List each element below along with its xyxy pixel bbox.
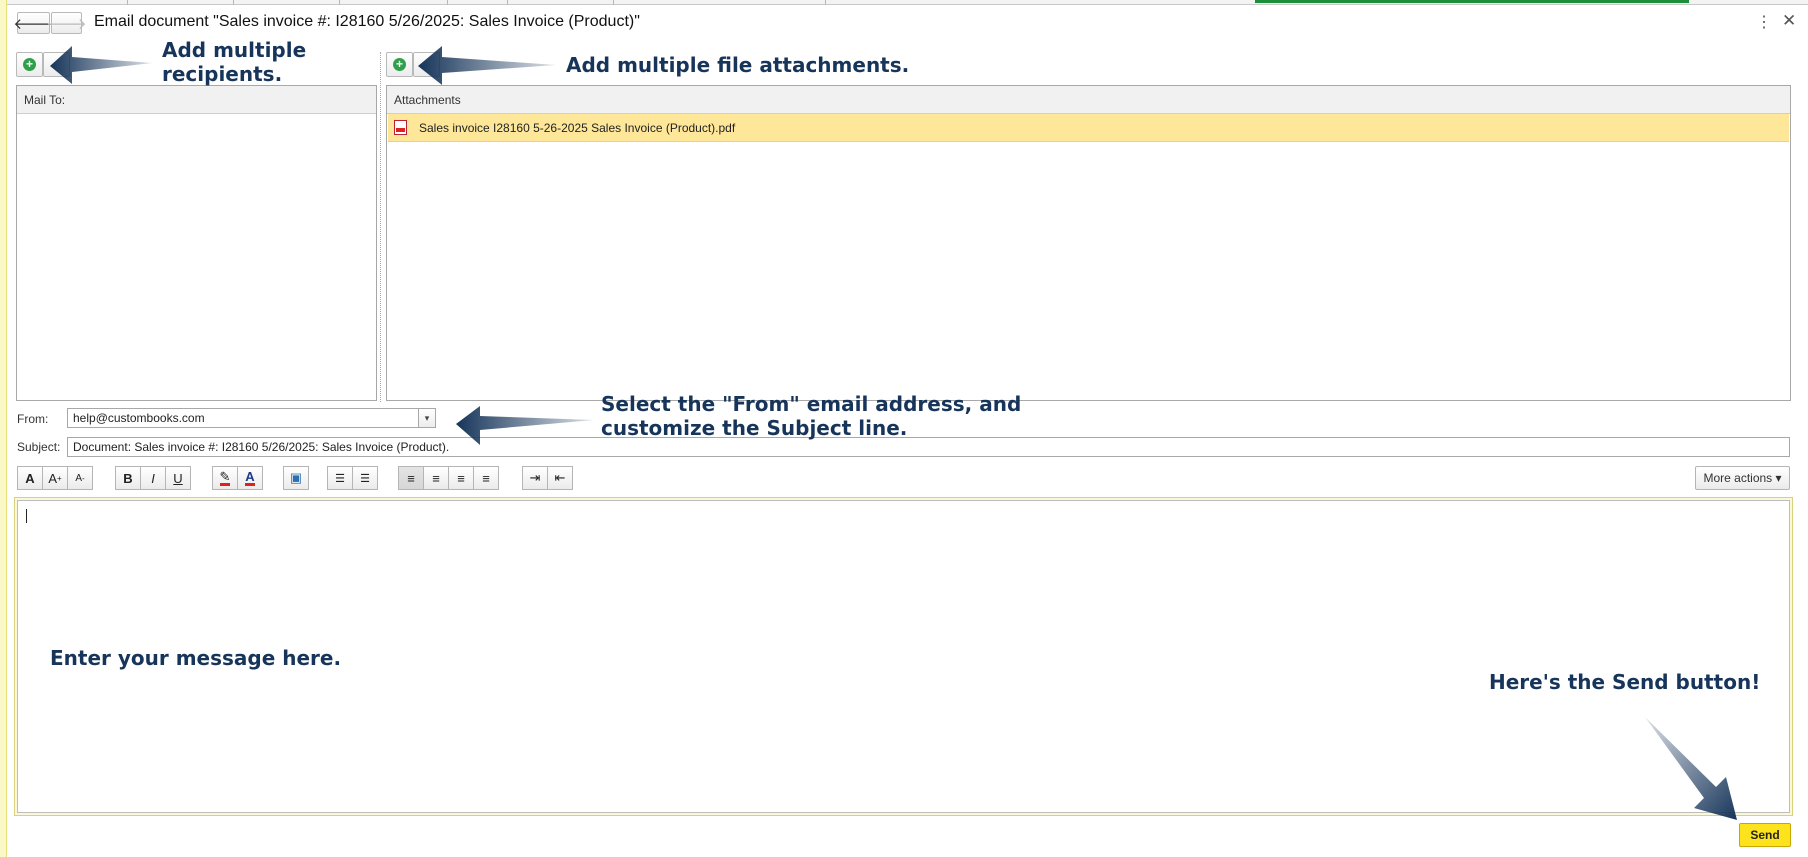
numbered-list-icon[interactable]: ☰ [352,466,378,490]
attachment-file-name: Sales invoice I28160 5-26-2025 Sales Inv… [419,120,736,135]
attachments-header: Attachments [387,86,1790,114]
more-actions-button[interactable]: More actions ▾ [1695,466,1790,490]
plus-circle-icon: + [23,58,36,71]
email-document-dialog: 🡐 🡒 Email document "Sales invoice #: I28… [0,0,1808,857]
plus-circle-icon: + [393,58,406,71]
recipients-callout-line-1: Add multiple [162,38,307,62]
align-right-icon[interactable]: ≡ [448,466,474,490]
panel-splitter[interactable] [380,52,381,402]
text-style-group: B I U [115,466,191,490]
dialog-title: Email document "Sales invoice #: I28160 … [94,13,640,30]
tab-separator [339,0,340,5]
alignment-group: ≡ ≡ ≡ ≡ [398,466,499,490]
underline-button[interactable]: U [165,466,191,490]
send-button[interactable]: Send [1739,823,1791,847]
justify-glyph: ≡ [482,470,490,486]
attachments-list[interactable]: Attachments Sales invoice I28160 5-26-20… [386,85,1791,401]
add-recipient-button[interactable]: + [16,52,43,77]
tab-separator [613,0,614,5]
from-label: From: [17,412,49,426]
from-subject-callout-line-1: Select the "From" email address, and [601,392,1022,416]
mail-to-header: Mail To: [17,86,376,114]
align-center-glyph: ≡ [432,470,440,486]
grow-font-glyph: A [48,470,57,486]
font-size-group: A A + A- [17,466,93,490]
remove-attachment-button[interactable] [413,52,440,77]
font-color-glyph: A [245,469,255,486]
grow-font-icon[interactable]: A + [42,466,68,490]
bulleted-list-glyph: ☰ [335,472,345,485]
indent-icon[interactable]: ⇥ [522,466,548,490]
bulleted-list-icon[interactable]: ☰ [327,466,353,490]
highlight-glyph: ✎ [219,469,231,486]
top-tab-strip [7,0,1808,5]
font-color-icon[interactable]: A [237,466,263,490]
shrink-font-glyph: A [75,472,82,484]
list-group: ☰ ☰ [327,466,378,490]
outdent-icon[interactable]: ⇤ [547,466,573,490]
align-left-icon[interactable]: ≡ [398,466,424,490]
back-button[interactable]: 🡐 [13,12,54,34]
more-options-icon[interactable]: ⋮ [1756,12,1772,32]
arrow-right-icon: 🡒 [46,15,87,33]
tab-separator [825,0,826,5]
recipients-callout: Add multiple recipients. [162,38,306,86]
active-tab-indicator[interactable] [1255,0,1689,3]
recipients-callout-line-2: recipients. [162,62,283,86]
mail-to-list[interactable]: Mail To: [16,85,377,401]
subject-input[interactable]: Document: Sales invoice #: I28160 5/26/2… [67,437,1790,457]
italic-glyph: I [151,470,155,486]
left-edge-strip [0,0,7,857]
align-center-icon[interactable]: ≡ [423,466,449,490]
subject-label: Subject: [17,440,61,454]
close-icon[interactable]: ✕ [1782,11,1796,31]
justify-icon[interactable]: ≡ [473,466,499,490]
from-email-select[interactable]: help@custombooks.com [67,408,419,428]
from-subject-callout: Select the "From" email address, and cus… [601,392,1021,440]
message-callout: Enter your message here. [50,646,342,670]
chevron-down-icon[interactable]: ▾ [418,408,436,428]
bold-button[interactable]: B [115,466,141,490]
tab-separator [233,0,234,5]
color-group: ✎ A [212,466,263,490]
forward-button[interactable]: 🡒 [46,12,87,34]
send-callout: Here's the Send button! [1489,670,1761,694]
numbered-list-glyph: ☰ [360,472,370,485]
tab-separator [127,0,128,5]
attachment-row[interactable]: Sales invoice I28160 5-26-2025 Sales Inv… [388,114,1789,142]
attachments-callout: Add multiple file attachments. [566,53,910,77]
bold-glyph: B [123,470,133,486]
image-group: ▣ [283,466,309,490]
from-subject-callout-line-2: customize the Subject line. [601,416,908,440]
indent-group: ⇥ ⇤ [522,466,573,490]
align-left-glyph: ≡ [407,470,415,486]
font-glyph: A [25,470,35,486]
underline-glyph: U [173,470,183,486]
pdf-file-icon [394,120,407,135]
tab-separator [447,0,448,5]
text-caret [26,509,27,523]
highlight-color-icon[interactable]: ✎ [212,466,238,490]
insert-image-icon[interactable]: ▣ [283,466,309,490]
font-icon[interactable]: A [17,466,43,490]
tab-separator [507,0,508,5]
italic-button[interactable]: I [140,466,166,490]
shrink-font-icon[interactable]: A- [67,466,93,490]
remove-recipient-button[interactable] [43,52,70,77]
align-right-glyph: ≡ [457,470,465,486]
insert-image-glyph: ▣ [289,470,303,485]
outdent-glyph: ⇤ [554,470,566,485]
indent-glyph: ⇥ [529,470,541,485]
add-attachment-button[interactable]: + [386,52,413,77]
